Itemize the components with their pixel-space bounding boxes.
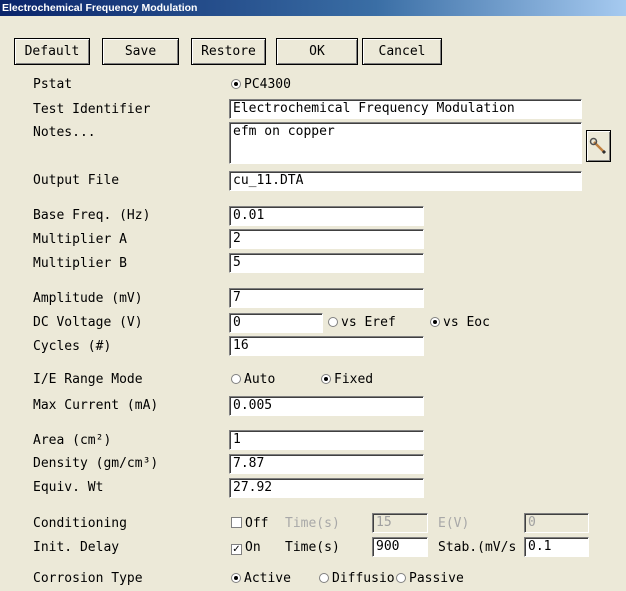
vs-eref-radio[interactable]: vs Eref [328, 314, 396, 332]
equiv-wt-label: Equiv. Wt [33, 480, 104, 495]
init-delay-checkbox[interactable]: ✓ On [231, 539, 261, 557]
multiplier-b-input[interactable]: 5 [229, 253, 424, 273]
conditioning-time-label: Time(s) [285, 516, 340, 531]
init-delay-label: Init. Delay [33, 540, 120, 555]
area-label: Area (cm²) [33, 433, 112, 448]
amplitude-label: Amplitude (mV) [33, 291, 143, 306]
init-delay-stab-input[interactable]: 0.1 [524, 537, 589, 557]
notes-label[interactable]: Notes... [33, 124, 96, 142]
restore-button[interactable]: Restore [191, 38, 266, 65]
wrench-icon [589, 137, 607, 155]
max-current-input[interactable]: 0.005 [229, 396, 424, 416]
init-delay-time-label: Time(s) [285, 540, 340, 555]
radio-empty-icon [328, 317, 338, 327]
amplitude-input[interactable]: 7 [229, 288, 424, 308]
cancel-button[interactable]: Cancel [362, 38, 442, 65]
radio-selected-icon [231, 79, 241, 89]
corrosion-active-radio[interactable]: Active [231, 570, 291, 588]
test-identifier-label: Test Identifier [33, 102, 151, 117]
init-delay-stab-label: Stab.(mV/s [438, 540, 517, 555]
radio-selected-icon [321, 374, 331, 384]
multiplier-b-label: Multiplier B [33, 256, 127, 271]
output-file-label: Output File [33, 173, 120, 188]
notes-textarea[interactable]: efm on copper [229, 122, 582, 164]
multiplier-a-input[interactable]: 2 [229, 229, 424, 249]
window-title: Electrochemical Frequency Modulation [0, 0, 626, 16]
conditioning-time-input[interactable]: 15 [372, 513, 428, 533]
conditioning-checkbox[interactable]: Off [231, 515, 268, 533]
vs-eoc-radio[interactable]: vs Eoc [430, 314, 490, 332]
max-current-label: Max Current (mA) [33, 398, 159, 413]
checkbox-checked-icon: ✓ [231, 544, 242, 555]
corrosion-diffusion-radio[interactable]: Diffusio [319, 570, 395, 588]
radio-empty-icon [231, 374, 241, 384]
density-label: Density (gm/cm³) [33, 456, 159, 471]
conditioning-e-label: E(V) [438, 516, 470, 531]
init-delay-time-input[interactable]: 900 [372, 537, 428, 557]
equiv-wt-input[interactable]: 27.92 [229, 478, 424, 498]
corrosion-type-label: Corrosion Type [33, 571, 143, 586]
checkbox-unchecked-icon [231, 517, 242, 528]
multiplier-a-label: Multiplier A [33, 232, 127, 247]
radio-empty-icon [319, 573, 329, 583]
cycles-input[interactable]: 16 [229, 336, 424, 356]
ie-range-mode-label: I/E Range Mode [33, 372, 143, 387]
save-button[interactable]: Save [102, 38, 179, 65]
radio-empty-icon [396, 573, 406, 583]
base-freq-input[interactable]: 0.01 [229, 206, 424, 226]
corrosion-passive-radio[interactable]: Passive [396, 570, 464, 588]
dc-voltage-label: DC Voltage (V) [33, 315, 143, 330]
notes-edit-button[interactable] [586, 130, 611, 162]
cycles-label: Cycles (#) [33, 339, 112, 354]
default-button[interactable]: Default [14, 38, 90, 65]
test-identifier-input[interactable]: Electrochemical Frequency Modulation [229, 99, 582, 119]
base-freq-label: Base Freq. (Hz) [33, 208, 151, 223]
area-input[interactable]: 1 [229, 430, 424, 450]
radio-selected-icon [430, 317, 440, 327]
pstat-label: Pstat [33, 77, 73, 92]
conditioning-label: Conditioning [33, 516, 127, 531]
ie-range-auto-radio[interactable]: Auto [231, 371, 275, 389]
ok-button[interactable]: OK [276, 38, 358, 65]
output-file-input[interactable]: cu_11.DTA [229, 171, 582, 191]
ie-range-fixed-radio[interactable]: Fixed [321, 371, 373, 389]
conditioning-e-input[interactable]: 0 [524, 513, 589, 533]
density-input[interactable]: 7.87 [229, 454, 424, 474]
pstat-radio-pc4300[interactable]: PC4300 [231, 76, 291, 94]
dc-voltage-input[interactable]: 0 [229, 313, 323, 333]
radio-selected-icon [231, 573, 241, 583]
